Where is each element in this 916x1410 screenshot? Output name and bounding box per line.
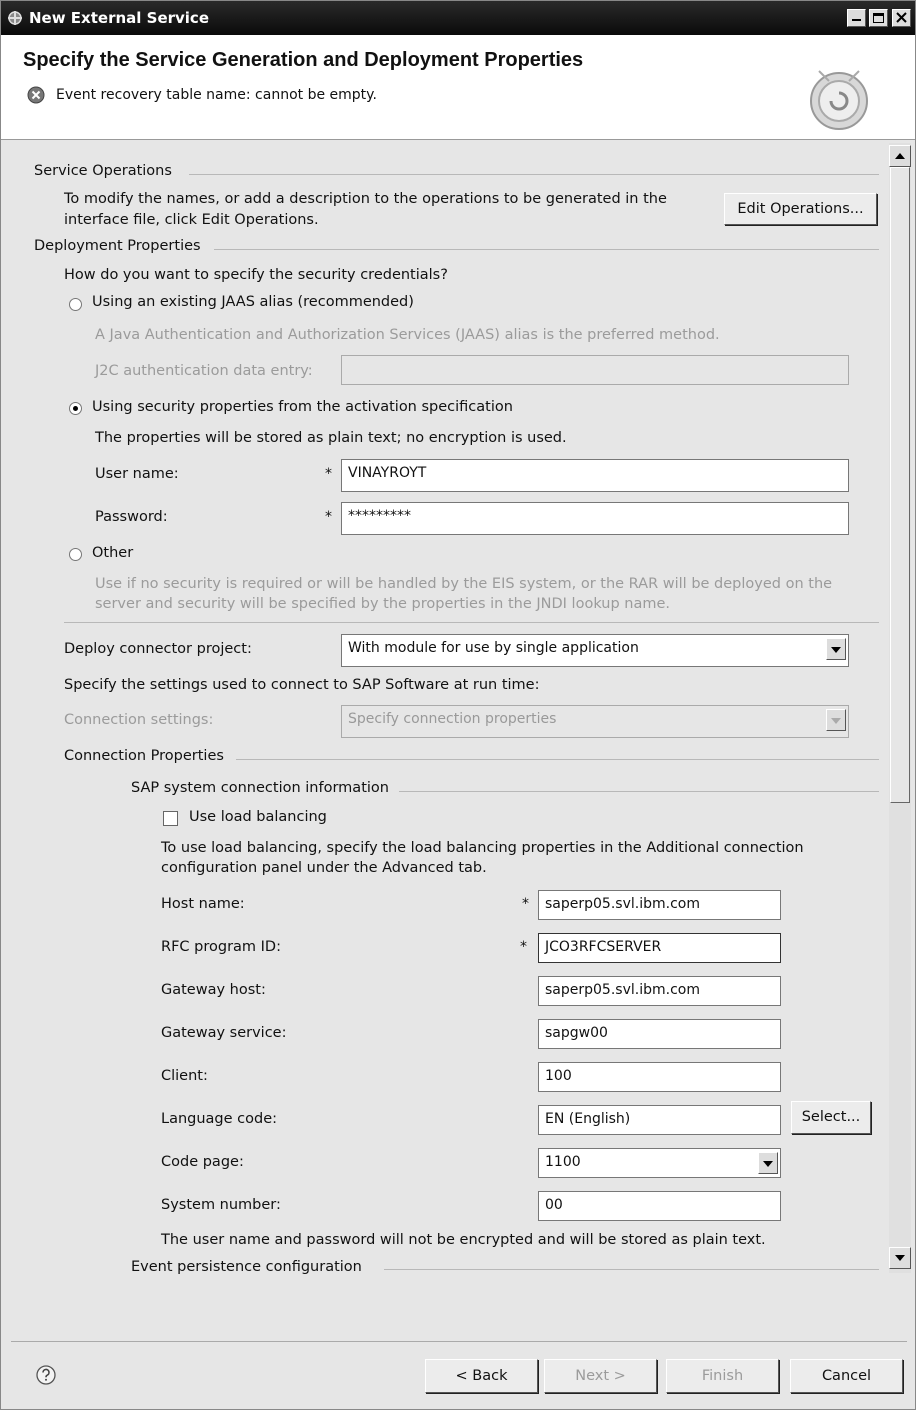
required-marker: *	[520, 939, 527, 955]
deploy-connector-select[interactable]: With module for use by single applicatio…	[341, 634, 849, 667]
gateway-host-label: Gateway host:	[161, 982, 266, 998]
activation-spec-label: Using security properties from the activ…	[92, 399, 513, 415]
load-balancing-desc-2: configuration panel under the Advanced t…	[161, 860, 487, 876]
j2c-auth-field[interactable]	[341, 355, 849, 385]
chevron-down-icon[interactable]	[826, 638, 846, 660]
subsection-sap-connection: SAP system connection information	[131, 780, 389, 796]
edit-operations-button[interactable]: Edit Operations...	[724, 193, 877, 225]
minimize-button[interactable]	[847, 9, 866, 27]
section-divider	[189, 174, 879, 175]
connection-settings-intro: Specify the settings used to connect to …	[64, 677, 540, 693]
section-connection-properties: Connection Properties	[64, 748, 224, 764]
required-marker: *	[325, 509, 332, 525]
code-page-select[interactable]: 1100	[538, 1148, 781, 1178]
required-marker: *	[522, 896, 529, 912]
user-name-label: User name:	[95, 466, 179, 482]
rfc-program-id-label: RFC program ID:	[161, 939, 281, 955]
jaas-alias-label: Using an existing JAAS alias (recommende…	[92, 294, 414, 310]
chevron-down-icon[interactable]	[758, 1152, 778, 1174]
service-ops-desc-2: interface file, click Edit Operations.	[64, 212, 319, 228]
jaas-desc: A Java Authentication and Authorization …	[95, 327, 720, 343]
password-input[interactable]: *********	[341, 502, 849, 535]
window-title: New External Service	[29, 9, 209, 27]
other-radio[interactable]	[69, 548, 82, 561]
code-page-label: Code page:	[161, 1154, 244, 1170]
activation-desc: The properties will be stored as plain t…	[95, 430, 567, 446]
wizard-window: New External Service Specify the Service…	[0, 0, 916, 1410]
host-name-input[interactable]: saperp05.svl.ibm.com	[538, 890, 781, 920]
close-button[interactable]	[892, 9, 911, 27]
section-service-operations: Service Operations	[34, 163, 172, 179]
deploy-connector-value: With module for use by single applicatio…	[348, 640, 639, 656]
connection-settings-select[interactable]: Specify connection properties	[341, 705, 849, 738]
separator	[64, 622, 879, 623]
footer-divider	[11, 1341, 907, 1342]
scroll-down-button[interactable]	[889, 1247, 911, 1269]
gateway-service-label: Gateway service:	[161, 1025, 287, 1041]
user-name-input[interactable]: VINAYROYT	[341, 459, 849, 492]
minimize-icon	[852, 19, 861, 21]
j2c-label: J2C authentication data entry:	[95, 363, 313, 379]
deploy-connector-label: Deploy connector project:	[64, 641, 252, 657]
section-divider	[399, 791, 879, 792]
maximize-button[interactable]	[869, 9, 888, 27]
page-title: Specify the Service Generation and Deplo…	[23, 49, 584, 71]
close-icon	[896, 12, 907, 23]
section-divider	[384, 1269, 879, 1270]
gateway-service-input[interactable]: sapgw00	[538, 1019, 781, 1049]
load-balancing-checkbox[interactable]	[163, 811, 178, 826]
section-divider	[236, 759, 879, 760]
connection-settings-label: Connection settings:	[64, 712, 214, 728]
other-desc-1: Use if no security is required or will b…	[95, 576, 833, 592]
required-marker: *	[325, 466, 332, 482]
gateway-host-input[interactable]: saperp05.svl.ibm.com	[538, 976, 781, 1006]
load-balancing-desc-1: To use load balancing, specify the load …	[161, 840, 804, 856]
code-page-value: 1100	[545, 1154, 581, 1170]
password-label: Password:	[95, 509, 168, 525]
other-label: Other	[92, 545, 134, 561]
wizard-banner-icon	[810, 70, 868, 130]
subsection-event-persistence: Event persistence configuration	[131, 1259, 362, 1275]
service-ops-desc-1: To modify the names, or add a descriptio…	[64, 191, 667, 207]
vertical-scrollbar[interactable]	[889, 143, 911, 1273]
maximize-icon	[873, 13, 884, 23]
connection-settings-value: Specify connection properties	[348, 711, 557, 727]
jaas-alias-radio[interactable]	[69, 298, 82, 311]
next-button[interactable]: Next >	[544, 1359, 657, 1393]
title-bar[interactable]: New External Service	[1, 1, 915, 35]
content-pane[interactable]: Service Operations To modify the names, …	[14, 143, 889, 1288]
section-divider	[214, 249, 879, 250]
system-number-label: System number:	[161, 1197, 281, 1213]
error-icon	[27, 86, 45, 104]
language-code-label: Language code:	[161, 1111, 278, 1127]
activation-spec-radio[interactable]	[69, 402, 82, 415]
back-button[interactable]: < Back	[425, 1359, 538, 1393]
other-desc-2: server and security will be specified by…	[95, 596, 671, 612]
host-name-label: Host name:	[161, 896, 245, 912]
section-deployment-properties: Deployment Properties	[34, 238, 201, 254]
scroll-up-button[interactable]	[889, 145, 911, 167]
system-number-input[interactable]: 00	[538, 1191, 781, 1221]
help-icon[interactable]	[35, 1364, 57, 1386]
security-question: How do you want to specify the security …	[64, 267, 448, 283]
select-language-button[interactable]: Select...	[791, 1101, 871, 1134]
scroll-thumb[interactable]	[890, 167, 910, 803]
finish-button[interactable]: Finish	[666, 1359, 779, 1393]
error-message: Event recovery table name: cannot be emp…	[56, 87, 377, 103]
client-input[interactable]: 100	[538, 1062, 781, 1092]
load-balancing-label: Use load balancing	[189, 809, 327, 825]
client-label: Client:	[161, 1068, 208, 1084]
app-icon	[8, 11, 22, 25]
cancel-button[interactable]: Cancel	[790, 1359, 903, 1393]
rfc-program-id-input[interactable]: JCO3RFCSERVER	[538, 933, 781, 963]
wizard-header: Specify the Service Generation and Deplo…	[1, 35, 915, 140]
chevron-down-icon[interactable]	[826, 709, 846, 731]
language-code-input[interactable]: EN (English)	[538, 1105, 781, 1135]
plain-text-note: The user name and password will not be e…	[161, 1232, 766, 1248]
